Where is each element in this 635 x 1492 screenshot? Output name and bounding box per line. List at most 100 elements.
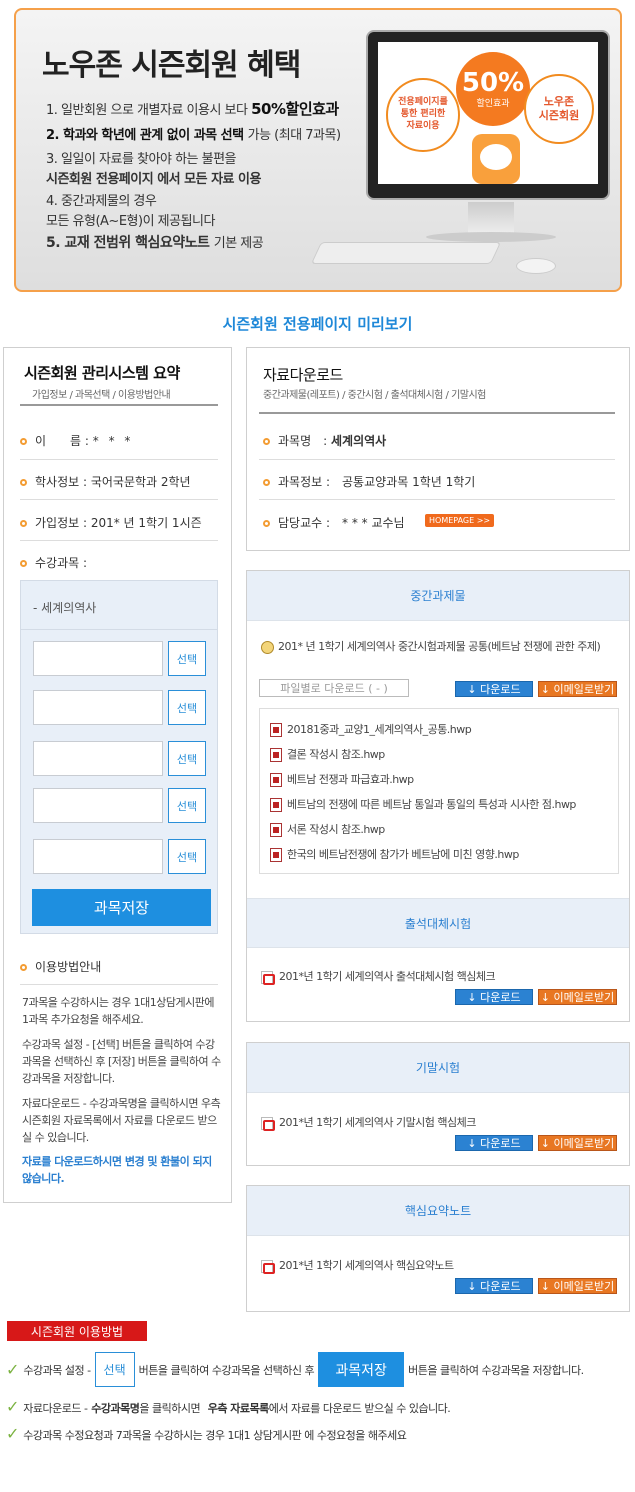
check-icon: ✓ xyxy=(6,1397,20,1416)
hwp-file-icon xyxy=(270,798,282,812)
download-info-panel: 자료다운로드 중간과제물(레포트) / 중간시험 / 출석대체시험 / 기말시험… xyxy=(246,347,630,551)
benefit-4b: 모든 유형(A~E형)이 제공됩니다 xyxy=(46,214,215,229)
sample-select-button: 선택 xyxy=(94,1352,135,1387)
monitor-stand-base xyxy=(426,232,556,242)
guide-title: 이용방법안내 xyxy=(20,958,101,975)
bullet-icon xyxy=(263,438,270,445)
courses-label: 수강과목 : xyxy=(20,554,87,571)
bullet-icon xyxy=(20,438,27,445)
guide-text-3: 자료다운로드 - 수강과목명을 클릭하시면 우측 시즌회원 자료목록에서 자료를… xyxy=(22,1097,221,1144)
howto-line-3: ✓ 수강과목 수정요청과 7과목을 수강하시는 경우 1대1 상담게시판 에 수… xyxy=(6,1424,407,1443)
bullet-icon xyxy=(20,964,27,971)
monitor-stand xyxy=(468,202,514,234)
email-button[interactable]: ↓ 이메일로받기 xyxy=(538,681,617,697)
file-item[interactable]: 결론 작성시 참조.hwp xyxy=(270,746,385,762)
professor-row: 담당교수 : * * * 교수님 xyxy=(263,514,405,531)
benefit-3: 3. 일일이 자료를 찾아야 하는 불편을 xyxy=(46,152,237,167)
keyboard-illustration xyxy=(310,242,502,264)
assignment-icon xyxy=(261,640,274,654)
season-member-circle: 노우존 시즌회원 xyxy=(524,74,594,144)
final-exam-panel: 기말시험 201*년 1학기 세계의역사 기말시험 핵심체크 ↓ 다운로드 ↓ … xyxy=(246,1042,630,1166)
bullet-icon xyxy=(20,520,27,527)
benefit-1: 1. 일반회원 으로 개별자료 이용시 보다 50%할인효과 xyxy=(46,100,339,118)
benefit-5: 5. 교재 전범위 핵심요약노트 기본 제공 xyxy=(46,235,264,251)
midterm-item[interactable]: 201* 년 1학기 세계의역사 중간시험과제물 공통(베트남 전쟁에 관한 주… xyxy=(261,639,621,654)
file-list: 20181중과_교양1_세계의역사_공통.hwp 결론 작성시 참조.hwp 베… xyxy=(259,708,619,874)
course-slot-5[interactable] xyxy=(33,839,163,874)
hwp-file-icon xyxy=(270,773,282,787)
hwp-file-icon xyxy=(270,848,282,862)
school-info-row: 학사정보 : 국어국문학과 2학년 xyxy=(20,473,191,490)
download-button[interactable]: ↓ 다운로드 xyxy=(455,989,533,1005)
hwp-file-icon xyxy=(270,748,282,762)
file-item[interactable]: 베트남 전쟁과 파급효과.hwp xyxy=(270,771,414,787)
current-course-link[interactable]: - 세계의역사 xyxy=(33,599,96,616)
pdf-icon xyxy=(261,1259,275,1274)
download-panel-title: 자료다운로드 xyxy=(263,366,343,384)
howto-title: 시즌회원 이용방법 xyxy=(7,1321,147,1341)
benefit-2: 2. 학과와 학년에 관계 없이 과목 선택 가능 (최대 7과목) xyxy=(46,128,341,143)
bullet-icon xyxy=(20,479,27,486)
file-item[interactable]: 서론 작성시 참조.hwp xyxy=(270,821,385,837)
left-panel-subtitle: 가입정보 / 과목선택 / 이용방법안내 xyxy=(32,390,171,401)
pdf-icon xyxy=(261,970,275,985)
pdf-icon xyxy=(261,1116,275,1131)
select-button[interactable]: 선택 xyxy=(168,641,206,676)
left-panel-title: 시즌회원 관리시스템 요약 xyxy=(24,364,180,382)
midterm-header: 중간과제물 xyxy=(247,571,629,621)
season-system-summary-panel: 시즌회원 관리시스템 요약 가입정보 / 과목선택 / 이용방법안내 이 름 :… xyxy=(3,347,232,1203)
save-courses-button[interactable]: 과목저장 xyxy=(32,889,211,926)
preview-title: 시즌회원 전용페이지 미리보기 xyxy=(222,315,413,333)
guide-text-2: 수강과목 설정 - [선택] 버튼을 클릭하여 수강과목을 선택하신 후 [저장… xyxy=(22,1038,221,1085)
join-info-row: 가입정보 : 201* 년 1학기 1시즌 xyxy=(20,514,202,531)
benefit-3b: 시즌회원 전용페이지 에서 모든 자료 이용 xyxy=(46,172,261,187)
discount-circle: 50% 할인효과 xyxy=(456,52,530,126)
name-row: 이 름 : * * * xyxy=(20,432,133,449)
download-button[interactable]: ↓ 다운로드 xyxy=(455,681,533,697)
check-icon: ✓ xyxy=(6,1360,20,1379)
bullet-icon xyxy=(263,479,270,486)
select-button[interactable]: 선택 xyxy=(168,741,206,776)
email-button[interactable]: ↓ 이메일로받기 xyxy=(538,1135,617,1151)
final-exam-item[interactable]: 201*년 1학기 세계의역사 기말시험 핵심체크 xyxy=(261,1114,476,1131)
file-download-select[interactable]: 파일별로 다운로드 ( - ) xyxy=(259,679,409,697)
download-button[interactable]: ↓ 다운로드 xyxy=(455,1135,533,1151)
email-button[interactable]: ↓ 이메일로받기 xyxy=(538,989,617,1005)
monitor-screen: 전용페이지를 통한 편리한 자료이용 50% 할인효과 노우존 시즌회원 xyxy=(378,42,598,184)
select-button[interactable]: 선택 xyxy=(168,690,206,725)
course-slot-2[interactable] xyxy=(33,690,163,725)
select-button[interactable]: 선택 xyxy=(168,839,206,874)
attendance-header: 출석대체시험 xyxy=(247,898,629,948)
select-button[interactable]: 선택 xyxy=(168,788,206,823)
course-info-row: 과목정보 : 공통교양과목 1학년 1학기 xyxy=(263,473,475,490)
homepage-button[interactable]: HOMEPAGE >> xyxy=(425,514,495,527)
download-button[interactable]: ↓ 다운로드 xyxy=(455,1278,533,1294)
monitor-illustration: 전용페이지를 통한 편리한 자료이용 50% 할인효과 노우존 시즌회원 xyxy=(366,30,610,200)
guide-warning: 자료를 다운로드하시면 변경 및 환불이 되지 않습니다. xyxy=(22,1155,212,1185)
course-name-row: 과목명 : 세계의역사 xyxy=(263,432,386,449)
check-icon: ✓ xyxy=(6,1424,20,1443)
sample-save-button: 과목저장 xyxy=(318,1352,405,1387)
email-button[interactable]: ↓ 이메일로받기 xyxy=(538,1278,617,1294)
course-slot-1[interactable] xyxy=(33,641,163,676)
summary-note-panel: 핵심요약노트 201*년 1학기 세계의역사 핵심요약노트 ↓ 다운로드 ↓ 이… xyxy=(246,1185,630,1312)
convenience-circle: 전용페이지를 통한 편리한 자료이용 xyxy=(386,78,460,152)
banner-title: 노우존 시즌회원 혜택 xyxy=(42,48,301,83)
final-exam-header: 기말시험 xyxy=(247,1043,629,1093)
course-selection-box: - 세계의역사 선택 선택 선택 선택 선택 과목저장 xyxy=(20,580,218,934)
file-item[interactable]: 20181중과_교양1_세계의역사_공통.hwp xyxy=(270,721,472,737)
hwp-file-icon xyxy=(270,723,282,737)
summary-note-item[interactable]: 201*년 1학기 세계의역사 핵심요약노트 xyxy=(261,1257,454,1274)
benefit-4: 4. 중간과제물의 경우 xyxy=(46,194,157,209)
howto-line-1: ✓ 수강과목 설정 - 선택 버튼을 클릭하여 수강과목을 선택하신 후 과목저… xyxy=(6,1352,584,1387)
course-slot-3[interactable] xyxy=(33,741,163,776)
course-slot-4[interactable] xyxy=(33,788,163,823)
howto-line-2: ✓ 자료다운로드 - 수강과목명을 클릭하시면 우측 자료목록에서 자료를 다운… xyxy=(6,1397,451,1416)
bullet-icon xyxy=(20,560,27,567)
guide-text-1: 7과목을 수강하시는 경우 1대1상담게시판에 1과목 추가요청을 해주세요. xyxy=(22,996,215,1026)
file-item[interactable]: 한국의 베트남전쟁에 참가가 베트남에 미친 영향.hwp xyxy=(270,846,519,862)
file-item[interactable]: 베트남의 전쟁에 따른 베트남 통일과 통일의 특성과 시사한 점.hwp xyxy=(270,796,576,812)
season-benefit-banner: 노우존 시즌회원 혜택 1. 일반회원 으로 개별자료 이용시 보다 50%할인… xyxy=(14,8,622,292)
attendance-item[interactable]: 201*년 1학기 세계의역사 출석대체시험 핵심체크 xyxy=(261,968,496,985)
summary-note-header: 핵심요약노트 xyxy=(247,1186,629,1236)
